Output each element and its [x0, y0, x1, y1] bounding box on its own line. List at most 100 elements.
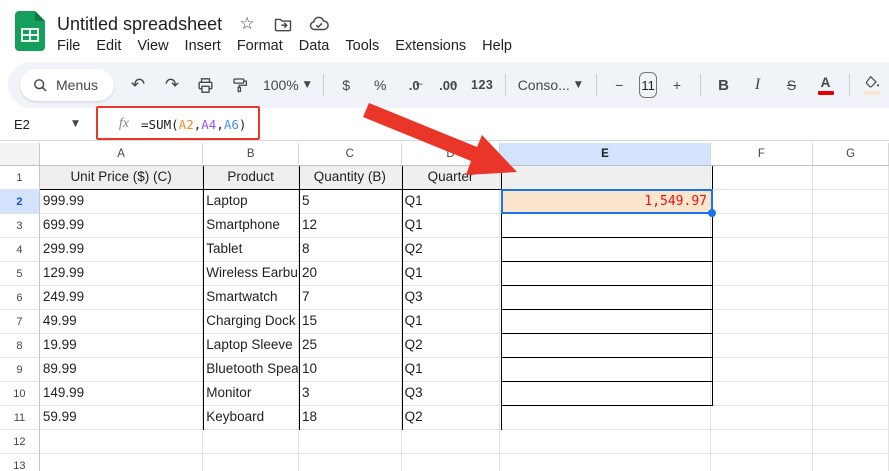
cell-C8[interactable]: 25 [299, 334, 402, 358]
menus-search[interactable]: Menus [20, 69, 114, 101]
column-header-B[interactable]: B [203, 143, 299, 165]
cell-G2[interactable] [813, 190, 889, 214]
cell-B2[interactable]: Laptop [203, 190, 299, 214]
cell-B1[interactable]: Product [203, 166, 299, 190]
cell-D12[interactable] [402, 430, 501, 454]
cell-F12[interactable] [711, 430, 814, 454]
cell-F13[interactable] [711, 454, 814, 471]
cell-G7[interactable] [813, 310, 889, 334]
cell-C2[interactable]: 5 [299, 190, 402, 214]
increase-font-size-button[interactable]: + [662, 70, 692, 100]
cell-B11[interactable]: Keyboard [203, 406, 299, 430]
cell-A9[interactable]: 89.99 [40, 358, 203, 382]
cell-A10[interactable]: 149.99 [40, 382, 203, 406]
row-header-1[interactable]: 1 [0, 166, 40, 190]
cell-D7[interactable]: Q1 [402, 310, 501, 334]
row-header-12[interactable]: 12 [0, 430, 40, 454]
row-header-10[interactable]: 10 [0, 382, 40, 406]
menu-edit[interactable]: Edit [88, 35, 129, 57]
cell-G8[interactable] [813, 334, 889, 358]
cell-C13[interactable] [299, 454, 402, 471]
cell-E11[interactable] [500, 406, 710, 430]
cell-D6[interactable]: Q3 [402, 286, 501, 310]
menu-view[interactable]: View [129, 35, 176, 57]
cell-C6[interactable]: 7 [299, 286, 402, 310]
cell-B9[interactable]: Bluetooth Speaker [203, 358, 299, 382]
cell-B12[interactable] [203, 430, 299, 454]
formula-input[interactable]: =SUM(A2,A4,A6) [141, 117, 246, 132]
menu-extensions[interactable]: Extensions [387, 35, 474, 57]
cell-C11[interactable]: 18 [299, 406, 402, 430]
row-header-11[interactable]: 11 [0, 406, 40, 430]
cell-G9[interactable] [813, 358, 889, 382]
cell-G11[interactable] [813, 406, 889, 430]
cell-E8[interactable] [500, 334, 710, 358]
cell-G1[interactable] [813, 166, 889, 190]
cell-A13[interactable] [40, 454, 203, 471]
cell-A5[interactable]: 129.99 [40, 262, 203, 286]
move-folder-icon[interactable] [272, 13, 294, 35]
decrease-font-size-button[interactable]: − [604, 70, 634, 100]
cell-C9[interactable]: 10 [299, 358, 402, 382]
menu-file[interactable]: File [49, 35, 88, 57]
column-header-F[interactable]: F [711, 143, 814, 165]
row-header-2[interactable]: 2 [0, 190, 40, 214]
sheets-logo-icon[interactable] [15, 11, 45, 51]
column-header-D[interactable]: D [402, 143, 501, 165]
cell-A2[interactable]: 999.99 [40, 190, 203, 214]
cell-G3[interactable] [813, 214, 889, 238]
cell-D11[interactable]: Q2 [402, 406, 501, 430]
text-color-button[interactable]: A [811, 70, 841, 100]
cell-D13[interactable] [402, 454, 501, 471]
print-button[interactable] [191, 70, 221, 100]
cell-B10[interactable]: Monitor [203, 382, 299, 406]
name-box[interactable]: E2 [0, 117, 72, 132]
cell-A7[interactable]: 49.99 [40, 310, 203, 334]
fill-color-button[interactable] [857, 70, 887, 100]
redo-button[interactable]: ↷ [157, 70, 187, 100]
increase-decimal-button[interactable]: .00→ [433, 70, 463, 100]
cell-F3[interactable] [711, 214, 814, 238]
cell-B5[interactable]: Wireless Earbuds [203, 262, 299, 286]
column-header-A[interactable]: A [40, 143, 203, 165]
cell-G5[interactable] [813, 262, 889, 286]
row-header-9[interactable]: 9 [0, 358, 40, 382]
cell-B8[interactable]: Laptop Sleeve [203, 334, 299, 358]
cell-F6[interactable] [711, 286, 814, 310]
menu-data[interactable]: Data [291, 35, 338, 57]
cell-D3[interactable]: Q1 [402, 214, 501, 238]
font-size-input[interactable]: 11 [639, 72, 657, 98]
cell-F5[interactable] [711, 262, 814, 286]
strikethrough-button[interactable]: S [777, 70, 807, 100]
cell-A12[interactable] [40, 430, 203, 454]
menu-tools[interactable]: Tools [337, 35, 387, 57]
cell-E12[interactable] [500, 430, 710, 454]
cell-D5[interactable]: Q1 [402, 262, 501, 286]
cell-F10[interactable] [711, 382, 814, 406]
number-format-button[interactable]: 123 [467, 70, 497, 100]
paint-format-button[interactable] [225, 70, 255, 100]
font-selector[interactable]: Conso... ▼ [512, 77, 590, 93]
cell-E9[interactable] [500, 358, 710, 382]
cell-F9[interactable] [711, 358, 814, 382]
column-header-G[interactable]: G [813, 143, 889, 165]
row-header-13[interactable]: 13 [0, 454, 40, 471]
cell-A8[interactable]: 19.99 [40, 334, 203, 358]
zoom-selector[interactable]: 100% ▼ [257, 77, 317, 93]
row-header-8[interactable]: 8 [0, 334, 40, 358]
cell-E10[interactable] [500, 382, 710, 406]
cell-D10[interactable]: Q3 [402, 382, 501, 406]
row-header-3[interactable]: 3 [0, 214, 40, 238]
undo-button[interactable]: ↶ [123, 70, 153, 100]
cell-E4[interactable] [500, 238, 710, 262]
row-header-7[interactable]: 7 [0, 310, 40, 334]
cell-D9[interactable]: Q1 [402, 358, 501, 382]
cell-F4[interactable] [711, 238, 814, 262]
cell-A11[interactable]: 59.99 [40, 406, 203, 430]
cell-D2[interactable]: Q1 [402, 190, 501, 214]
cell-G6[interactable] [813, 286, 889, 310]
cell-G12[interactable] [813, 430, 889, 454]
menu-format[interactable]: Format [229, 35, 291, 57]
cell-G4[interactable] [813, 238, 889, 262]
row-header-4[interactable]: 4 [0, 238, 40, 262]
